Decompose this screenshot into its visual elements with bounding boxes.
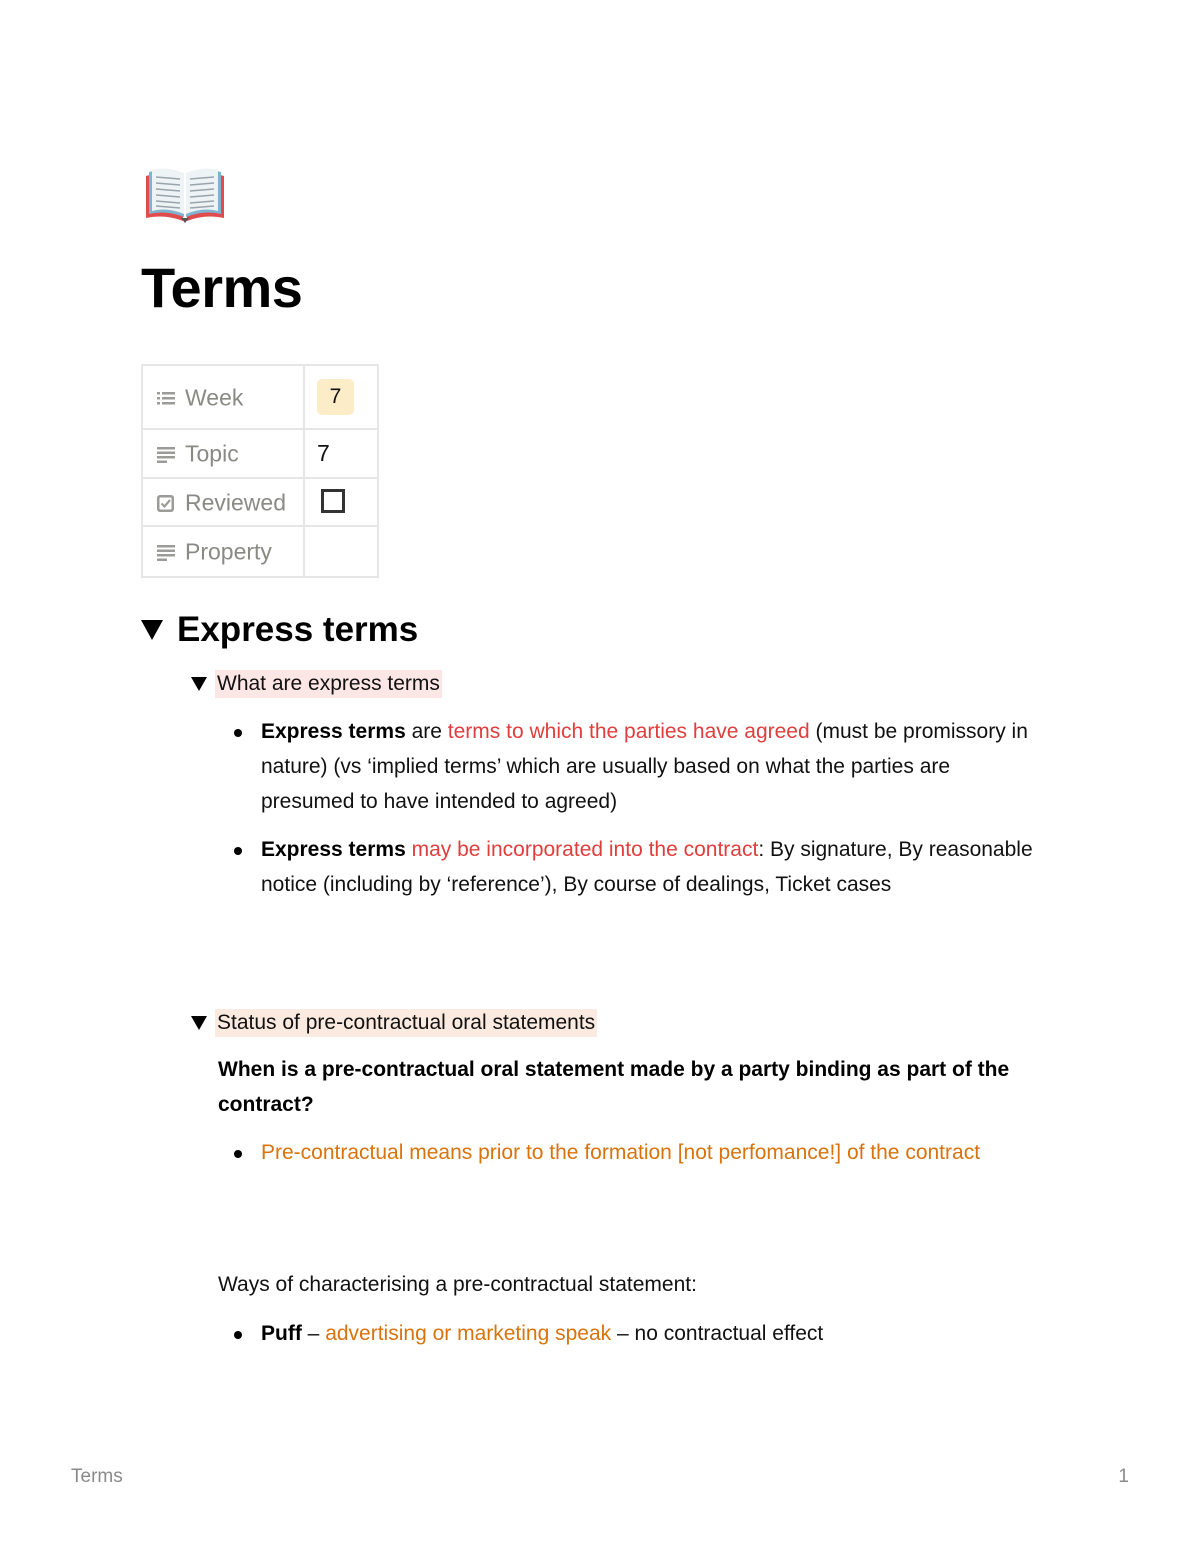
list-icon: [155, 387, 177, 407]
list-item: Puff – advertising or marketing speak – …: [234, 1316, 1034, 1351]
footer-title: Terms: [71, 1466, 123, 1487]
property-row-week: Week 7: [141, 364, 379, 430]
pre-contractual-note-list: Pre-contractual means prior to the forma…: [234, 1135, 1034, 1183]
orange-text: advertising or marketing speak: [325, 1322, 612, 1345]
triangle-down-icon[interactable]: [141, 620, 163, 640]
ways-list: Puff – advertising or marketing speak – …: [234, 1316, 1034, 1364]
text-icon: [155, 541, 177, 562]
property-value-property[interactable]: [303, 525, 379, 578]
reviewed-checkbox[interactable]: [321, 489, 345, 514]
property-name: Property: [185, 538, 272, 565]
triangle-down-icon[interactable]: [191, 1016, 207, 1030]
bold-term: Puff: [261, 1322, 302, 1345]
triangle-down-icon[interactable]: [191, 677, 207, 691]
page-number: 1: [1118, 1466, 1129, 1487]
heading-text: Express terms: [177, 610, 419, 649]
list-item: Pre-contractual means prior to the forma…: [234, 1135, 1034, 1170]
bold-term: Express terms: [261, 838, 406, 861]
list-item: Express terms may be incorporated into t…: [234, 832, 1034, 902]
express-terms-list: Express terms are terms to which the par…: [234, 714, 1034, 915]
property-name: Week: [185, 384, 244, 411]
toggle-what-are-express-terms[interactable]: What are express terms: [191, 670, 442, 698]
toggle-label: What are express terms: [215, 670, 442, 698]
text-span: – no contractual effect: [611, 1322, 824, 1345]
toggle-status-of-pre-contractual-oral-statements[interactable]: Status of pre-contractual oral statement…: [191, 1009, 598, 1037]
text-span: are: [405, 720, 448, 743]
properties-table: Week 7 Topic 7 Reviewed Property: [141, 364, 379, 578]
property-name: Reviewed: [185, 489, 286, 516]
red-text: terms to which the parties have agreed: [447, 720, 810, 743]
toggle-heading-express-terms[interactable]: Express terms: [141, 610, 418, 650]
question-paragraph: When is a pre-contractual oral statement…: [218, 1058, 1010, 1116]
page-title: Terms: [141, 256, 303, 319]
property-value-week[interactable]: 7: [303, 364, 379, 430]
property-value-reviewed: [303, 477, 379, 527]
toggle-label: Status of pre-contractual oral statement…: [215, 1009, 598, 1037]
red-text: may be incorporated into the contract: [411, 838, 759, 861]
text-icon: [155, 443, 177, 464]
property-name: Topic: [185, 440, 239, 467]
open-book-icon: [143, 166, 227, 224]
orange-text: Pre-contractual means prior to the forma…: [261, 1141, 981, 1164]
text-span: –: [301, 1322, 326, 1345]
property-value-topic[interactable]: 7: [303, 428, 379, 479]
property-row-reviewed: Reviewed: [141, 477, 379, 527]
week-select-badge[interactable]: 7: [317, 379, 354, 415]
bold-term: Express terms: [261, 720, 406, 743]
checkbox-icon: [155, 492, 177, 512]
property-row-property: Property: [141, 525, 379, 578]
property-row-topic: Topic 7: [141, 428, 379, 479]
list-item: Express terms are terms to which the par…: [234, 714, 1034, 819]
ways-intro-paragraph: Ways of characterising a pre-contractual…: [218, 1273, 697, 1296]
